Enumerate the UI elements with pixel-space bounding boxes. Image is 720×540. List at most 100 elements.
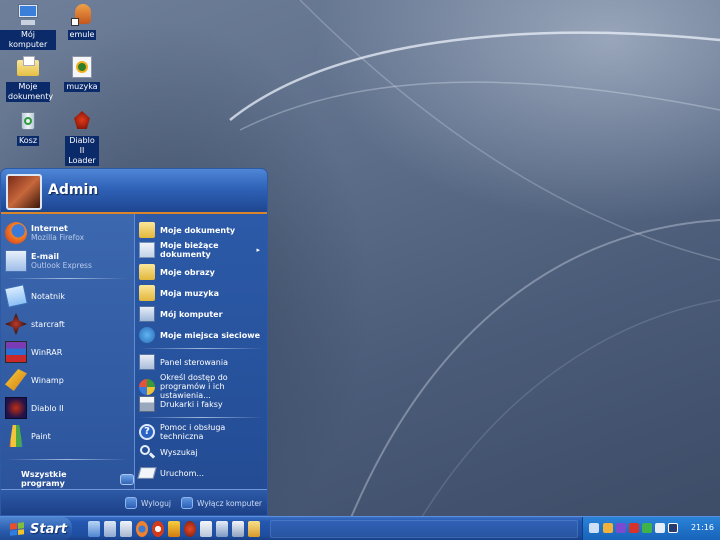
tool-icon[interactable] — [248, 521, 260, 537]
diablo-icon — [69, 108, 95, 134]
desktop-icon-emule[interactable]: emule — [54, 2, 110, 40]
power-icon — [181, 497, 193, 509]
place-label: Moje dokumenty — [160, 225, 236, 235]
logoff-icon — [125, 497, 137, 509]
notepad-icon[interactable] — [120, 521, 132, 537]
recent-docs-icon — [139, 242, 155, 258]
recent-item-diablo[interactable]: Diablo II — [5, 397, 64, 419]
emule-icon — [69, 2, 95, 28]
network-icon — [139, 327, 155, 343]
place-my-pictures[interactable]: Moje obrazy — [139, 264, 266, 280]
tool-help[interactable]: ? Pomoc i obsługa techniczna — [139, 423, 266, 441]
tool-label: Wyszukaj — [160, 447, 198, 457]
place-my-music[interactable]: Moja muzyka — [139, 285, 266, 301]
start-button[interactable]: Start — [0, 517, 72, 540]
winamp-icon[interactable] — [168, 521, 180, 537]
window-icon[interactable] — [232, 521, 244, 537]
start-menu-right-pane: Moje dokumenty Moje bieżące dokumenty ▸ … — [134, 214, 267, 489]
tray-network-icon[interactable] — [603, 523, 613, 533]
system-tray: 21:16 — [582, 517, 720, 540]
system-printers[interactable]: Drukarki i faksy — [139, 396, 266, 412]
pinned-title: E-mail — [31, 252, 60, 261]
computer-icon — [15, 2, 41, 28]
place-label: Mój komputer — [160, 309, 223, 319]
tray-arrow-icon[interactable] — [589, 523, 599, 533]
control-panel-icon — [139, 354, 155, 370]
place-my-computer[interactable]: Mój komputer — [139, 306, 266, 322]
tray-status-icon[interactable] — [642, 523, 652, 533]
folder-icon — [15, 54, 41, 80]
desktop-icon-my-documents[interactable]: Moje dokumenty — [0, 54, 56, 102]
tool-search[interactable]: Wyszukaj — [139, 444, 266, 460]
desktop-icon-my-computer[interactable]: Mój komputer — [0, 2, 56, 50]
explorer-icon[interactable] — [104, 521, 116, 537]
desktop-icon-label: muzyka — [64, 82, 100, 92]
separator — [7, 278, 127, 279]
pinned-email[interactable]: E-mail Outlook Express — [5, 250, 92, 272]
submenu-arrow-icon: ▸ — [256, 246, 260, 254]
folder-icon — [139, 222, 155, 238]
show-desktop-icon[interactable] — [88, 521, 100, 537]
task-buttons-area — [270, 520, 578, 538]
system-label: Drukarki i faksy — [160, 399, 223, 409]
tool-run[interactable]: Uruchom... — [137, 465, 266, 481]
music-folder-icon — [139, 285, 155, 301]
windows-flag-icon — [10, 522, 24, 536]
program-access-icon — [139, 378, 155, 395]
tool-label: Uruchom... — [160, 468, 204, 478]
all-programs-button[interactable]: Wszystkie programy — [21, 470, 134, 488]
recent-item-notatnik[interactable]: Notatnik — [4, 284, 65, 308]
start-menu-left-pane: Internet Mozilla Firefox E-mail Outlook Ex… — [1, 214, 134, 489]
start-label: Start — [30, 521, 67, 537]
place-label: Moje miejsca sieciowe — [160, 330, 261, 340]
desktop-icon-recycle-bin[interactable]: Kosz — [0, 108, 56, 146]
logoff-button[interactable]: Wyloguj — [125, 497, 171, 509]
place-network[interactable]: Moje miejsca sieciowe — [139, 327, 266, 343]
recent-item-starcraft[interactable]: starcraft — [5, 313, 65, 335]
pinned-subtitle: Mozilla Firefox — [31, 233, 85, 242]
firefox-icon[interactable] — [136, 521, 148, 537]
desktop-icon-muzyka[interactable]: muzyka — [54, 54, 110, 92]
system-label: Panel sterowania — [160, 357, 228, 367]
diablo-icon — [5, 397, 27, 419]
document-icon[interactable] — [200, 521, 212, 537]
separator — [139, 348, 264, 349]
archive-icon[interactable] — [216, 521, 228, 537]
run-icon — [137, 467, 157, 479]
desktop-icon-diablo-loader[interactable]: Diablo II Loader — [54, 108, 110, 166]
desktop-icon-label: Mój komputer — [0, 30, 56, 50]
tray-volume-icon[interactable] — [655, 523, 665, 533]
recent-item-paint[interactable]: Paint — [5, 425, 51, 447]
system-control-panel[interactable]: Panel sterowania — [139, 354, 266, 370]
pinned-internet[interactable]: Internet Mozilla Firefox — [5, 222, 84, 244]
place-label: Moja muzyka — [160, 288, 220, 298]
notepad-icon — [4, 284, 28, 308]
separator — [139, 417, 264, 418]
shutdown-label: Wyłącz komputer — [197, 498, 263, 508]
avatar[interactable] — [6, 174, 42, 210]
winamp-icon — [5, 369, 27, 391]
place-my-documents[interactable]: Moje dokumenty — [139, 222, 266, 238]
place-recent-documents[interactable]: Moje bieżące dokumenty ▸ — [139, 241, 266, 259]
start-menu-header: Admin — [1, 169, 267, 214]
search-icon — [139, 444, 156, 460]
recent-item-winrar[interactable]: WinRAR — [5, 341, 62, 363]
outlook-icon — [5, 250, 27, 272]
desktop-icon-label: Kosz — [16, 136, 40, 146]
starcraft-icon — [5, 313, 27, 335]
recent-item-label: Notatnik — [31, 291, 65, 301]
media-player-icon[interactable] — [184, 521, 196, 537]
desktop-icon-label: Moje dokumenty — [6, 82, 54, 102]
tray-shield-icon[interactable] — [616, 523, 626, 533]
recent-item-label: WinRAR — [31, 347, 63, 357]
clock[interactable]: 21:16 — [691, 523, 714, 532]
recent-item-label: Winamp — [31, 375, 64, 385]
shutdown-button[interactable]: Wyłącz komputer — [181, 497, 262, 509]
recent-item-winamp[interactable]: Winamp — [5, 369, 64, 391]
taskbar: Start 21:16 — [0, 516, 720, 540]
tray-app-icon[interactable] — [668, 523, 678, 533]
recent-item-label: Paint — [31, 431, 51, 441]
opera-icon[interactable] — [152, 521, 164, 537]
place-label: Moje obrazy — [160, 267, 215, 277]
tray-security-icon[interactable] — [629, 523, 639, 533]
